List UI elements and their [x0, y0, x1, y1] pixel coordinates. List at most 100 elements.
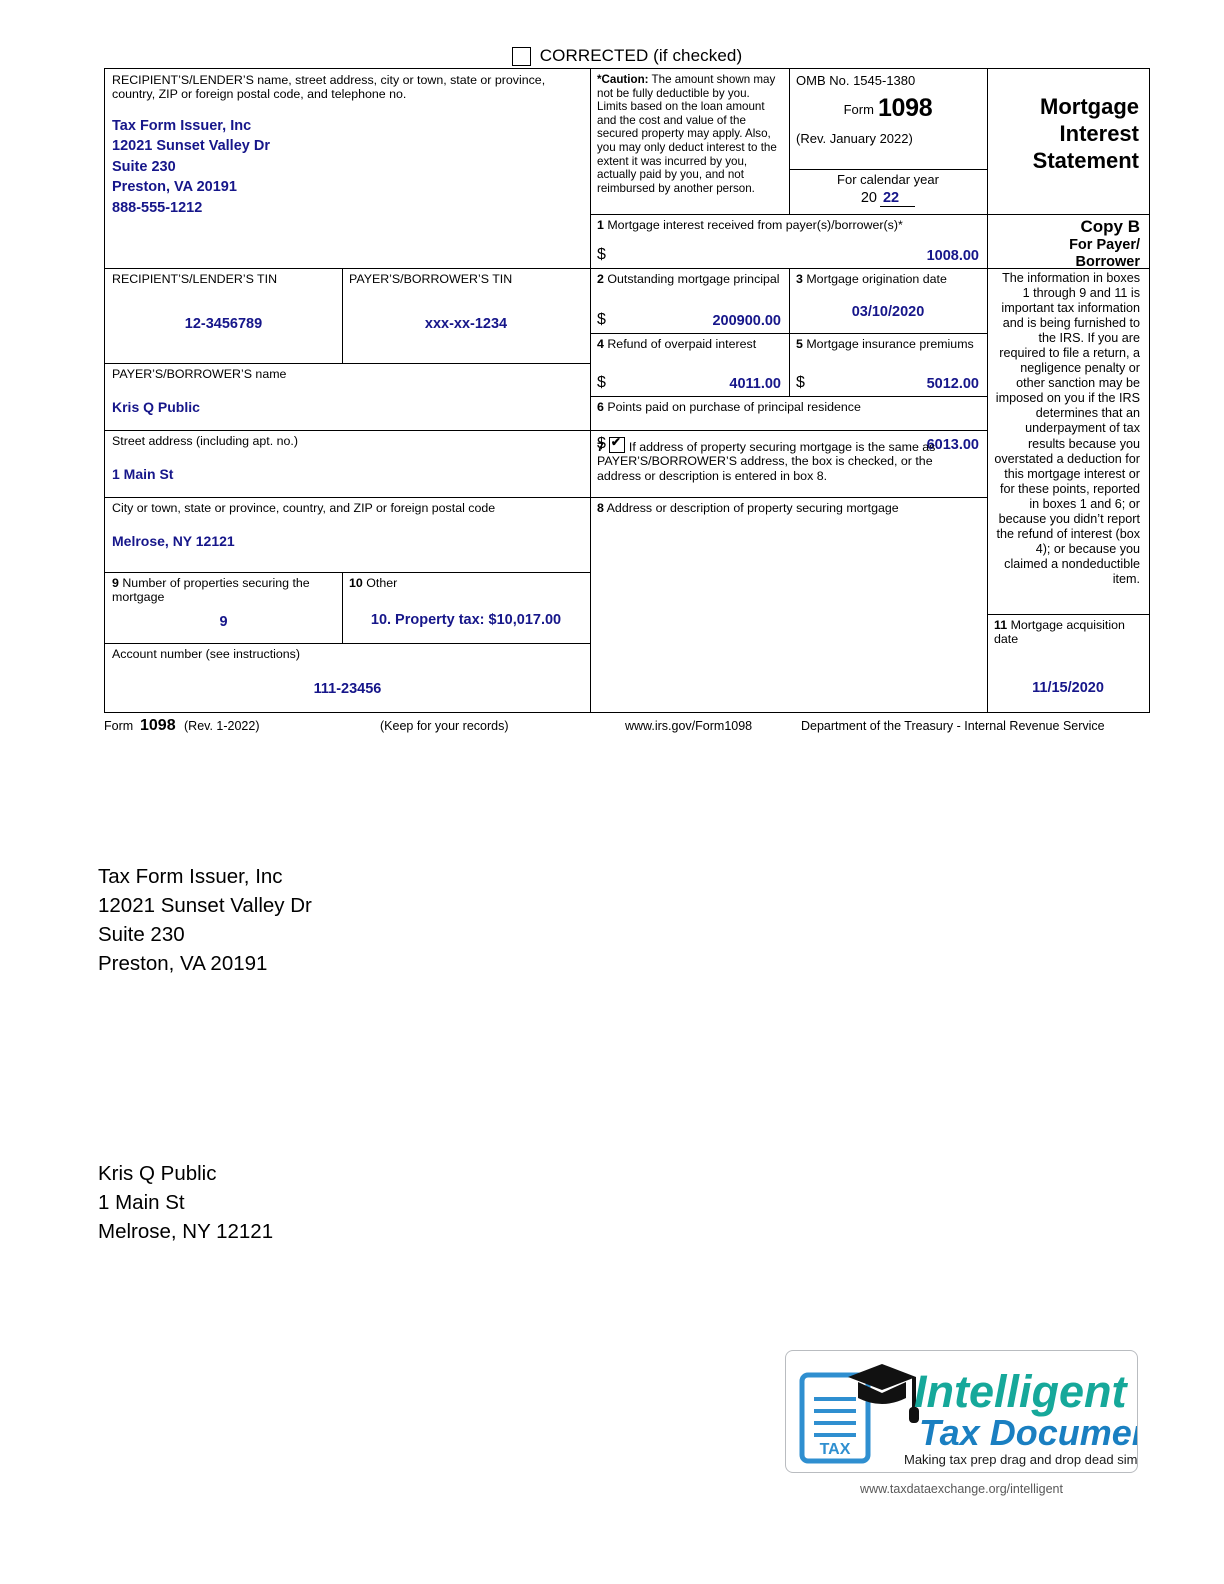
box5-cell: 5 Mortgage insurance premiums $ 5012.00: [789, 333, 987, 396]
box6-number: 6: [597, 400, 604, 414]
payer-city-caption: City or town, state or province, country…: [112, 501, 496, 515]
box8-cell: 8 Address or description of property sec…: [590, 497, 987, 712]
box4-number: 4: [597, 337, 604, 351]
lender-phone: 888-555-1212: [112, 199, 203, 216]
box2-money: $ 200900.00: [597, 311, 781, 329]
payer-city-cell: City or town, state or province, country…: [105, 497, 590, 572]
issuer-mail-line3: Suite 230: [98, 923, 185, 946]
footer-revision: (Rev. 1-2022): [184, 719, 260, 733]
box5-dollar-sign: $: [796, 374, 805, 391]
box1-dollar-sign: $: [597, 246, 606, 263]
account-number-cell: Account number (see instructions) 111-23…: [105, 643, 590, 712]
box1-money: $ 1008.00: [597, 246, 979, 264]
logo-graphic: TAX Intelligent Tax Document Making tax …: [799, 1364, 1137, 1467]
calendar-year-caption: For calendar year: [837, 172, 939, 187]
box1-number: 1: [597, 218, 604, 232]
box4-dollar-sign: $: [597, 374, 606, 391]
payer-tin-cell: PAYER’S/BORROWER’S TIN xxx-xx-1234: [342, 268, 590, 363]
box4-cell: 4 Refund of overpaid interest $ 4011.00: [590, 333, 789, 396]
payer-street-caption: Street address (including apt. no.): [112, 434, 298, 448]
payer-name-value: Kris Q Public: [112, 399, 200, 416]
box5-caption-text: Mortgage insurance premiums: [806, 337, 974, 351]
footer-keep-records: (Keep for your records): [380, 719, 509, 733]
lender-tin-value: 12-3456789: [184, 316, 263, 332]
omb-cell: OMB No. 1545-1380 Form 1098 (Rev. January…: [789, 69, 987, 169]
box7-caption-text: If address of property securing mortgage…: [597, 440, 936, 483]
issuer-mail-line1: Tax Form Issuer, Inc: [98, 865, 283, 888]
account-number-value: 111-23456: [313, 681, 382, 697]
box10-caption-text: Other: [366, 576, 398, 590]
document-tax-label: TAX: [820, 1441, 851, 1458]
logo-word-tax-document: Tax Document: [919, 1412, 1137, 1453]
payer-city-value: Melrose, NY 12121: [112, 533, 235, 550]
lender-info-cell: RECIPIENT’S/LENDER’S name, street addres…: [105, 69, 590, 268]
copy-b-heading: Copy B: [1080, 217, 1141, 236]
box7-caption: 7If address of property securing mortgag…: [597, 435, 980, 483]
box10-number: 10: [349, 576, 363, 590]
box9-cell: 9 Number of properties securing the mort…: [105, 572, 342, 643]
form-word: Form: [843, 102, 874, 117]
footer-form-word: Form: [104, 719, 134, 733]
box10-cell: 10 Other 10. Property tax: $10,017.00: [342, 572, 590, 643]
box4-money: $ 4011.00: [597, 374, 781, 392]
footer-department: Department of the Treasury - Internal Re…: [801, 719, 1105, 733]
box6-caption-text: Points paid on purchase of principal res…: [607, 400, 861, 414]
box11-cell: 11 Mortgage acquisition date 11/15/2020: [987, 614, 1149, 712]
box9-caption-text: Number of properties securing the mortga…: [112, 576, 310, 605]
box7-checkbox[interactable]: [608, 435, 625, 453]
calendar-year-value: 20 22: [796, 190, 980, 208]
form-title-line3: Statement: [1032, 148, 1139, 173]
form-title-cell: Mortgage Interest Statement: [987, 69, 1149, 214]
corrected-label: CORRECTED (if checked): [539, 46, 743, 65]
box1-caption-text: Mortgage interest received from payer(s)…: [607, 218, 903, 232]
footer-irs-url[interactable]: www.irs.gov/Form1098: [625, 719, 752, 733]
logo-word-intelligent: Intelligent: [914, 1366, 1129, 1417]
copy-b-cell: Copy B For Payer/ Borrower The informati…: [987, 214, 1149, 614]
box3-caption: 3 Mortgage origination date: [796, 272, 980, 286]
logo-url[interactable]: www.taxdataexchange.org/intelligent: [785, 1482, 1138, 1496]
issuer-mail-line4: Preston, VA 20191: [98, 952, 268, 975]
copy-b-subheading-1: For Payer/: [1069, 237, 1140, 253]
box2-caption: 2 Outstanding mortgage principal: [597, 272, 782, 286]
corrected-checkbox[interactable]: [511, 46, 531, 66]
box7-number: 7: [597, 440, 604, 454]
issuer-mail-line2: 12021 Sunset Valley Dr: [98, 894, 312, 917]
issuer-mailing-address: Tax Form Issuer, Inc 12021 Sunset Valley…: [98, 862, 312, 978]
calendar-year-rule: [903, 190, 916, 208]
payer-street-value: 1 Main St: [112, 466, 174, 483]
box2-cell: 2 Outstanding mortgage principal $ 20090…: [590, 268, 789, 333]
box1-caption: 1 Mortgage interest received from payer(…: [597, 218, 980, 232]
payer-mailing-address: Kris Q Public 1 Main St Melrose, NY 1212…: [98, 1159, 273, 1246]
box2-caption-text: Outstanding mortgage principal: [607, 272, 780, 286]
box1-cell: 1 Mortgage interest received from payer(…: [590, 214, 987, 268]
payer-mail-line1: Kris Q Public: [98, 1162, 217, 1185]
account-number-caption: Account number (see instructions): [112, 647, 301, 661]
box5-value: 5012.00: [926, 376, 979, 392]
box8-caption: 8 Address or description of property sec…: [597, 501, 980, 515]
box5-caption: 5 Mortgage insurance premiums: [796, 337, 980, 351]
form-revision: (Rev. January 2022): [796, 131, 913, 146]
box11-caption-text: Mortgage acquisition date: [994, 618, 1125, 647]
box3-value: 03/10/2020: [851, 304, 925, 320]
lender-caption: RECIPIENT’S/LENDER’S name, street addres…: [112, 73, 546, 102]
form-footer: Form 1098 (Rev. 1-2022) (Keep for your r…: [104, 717, 1150, 739]
form-title-line1: Mortgage: [1040, 94, 1139, 119]
box6-caption: 6 Points paid on purchase of principal r…: [597, 400, 980, 414]
calendar-year-prefix: 20: [860, 190, 877, 207]
logo-tagline: Making tax prep drag and drop dead simpl…: [904, 1452, 1137, 1467]
lender-city-state-zip: Preston, VA 20191: [112, 179, 237, 196]
box11-number: 11: [994, 618, 1008, 632]
omb-number: OMB No. 1545-1380: [796, 73, 916, 88]
lender-street: 12021 Sunset Valley Dr: [112, 138, 270, 155]
box3-number: 3: [796, 272, 803, 286]
box10-value: 10. Property tax: $10,017.00: [370, 612, 562, 628]
caution-lead: *Caution:: [597, 73, 649, 86]
form-number-block: Form 1098: [796, 94, 980, 123]
calendar-year-cell: For calendar year 20 22: [789, 169, 987, 214]
copy-b-body: The information in boxes 1 through 9 and…: [994, 271, 1140, 586]
box2-dollar-sign: $: [597, 311, 606, 328]
box5-number: 5: [796, 337, 803, 351]
payer-tin-caption: PAYER’S/BORROWER’S TIN: [349, 272, 513, 286]
lender-tin-caption: RECIPIENT’S/LENDER’S TIN: [112, 272, 278, 286]
box9-value: 9: [219, 614, 228, 630]
